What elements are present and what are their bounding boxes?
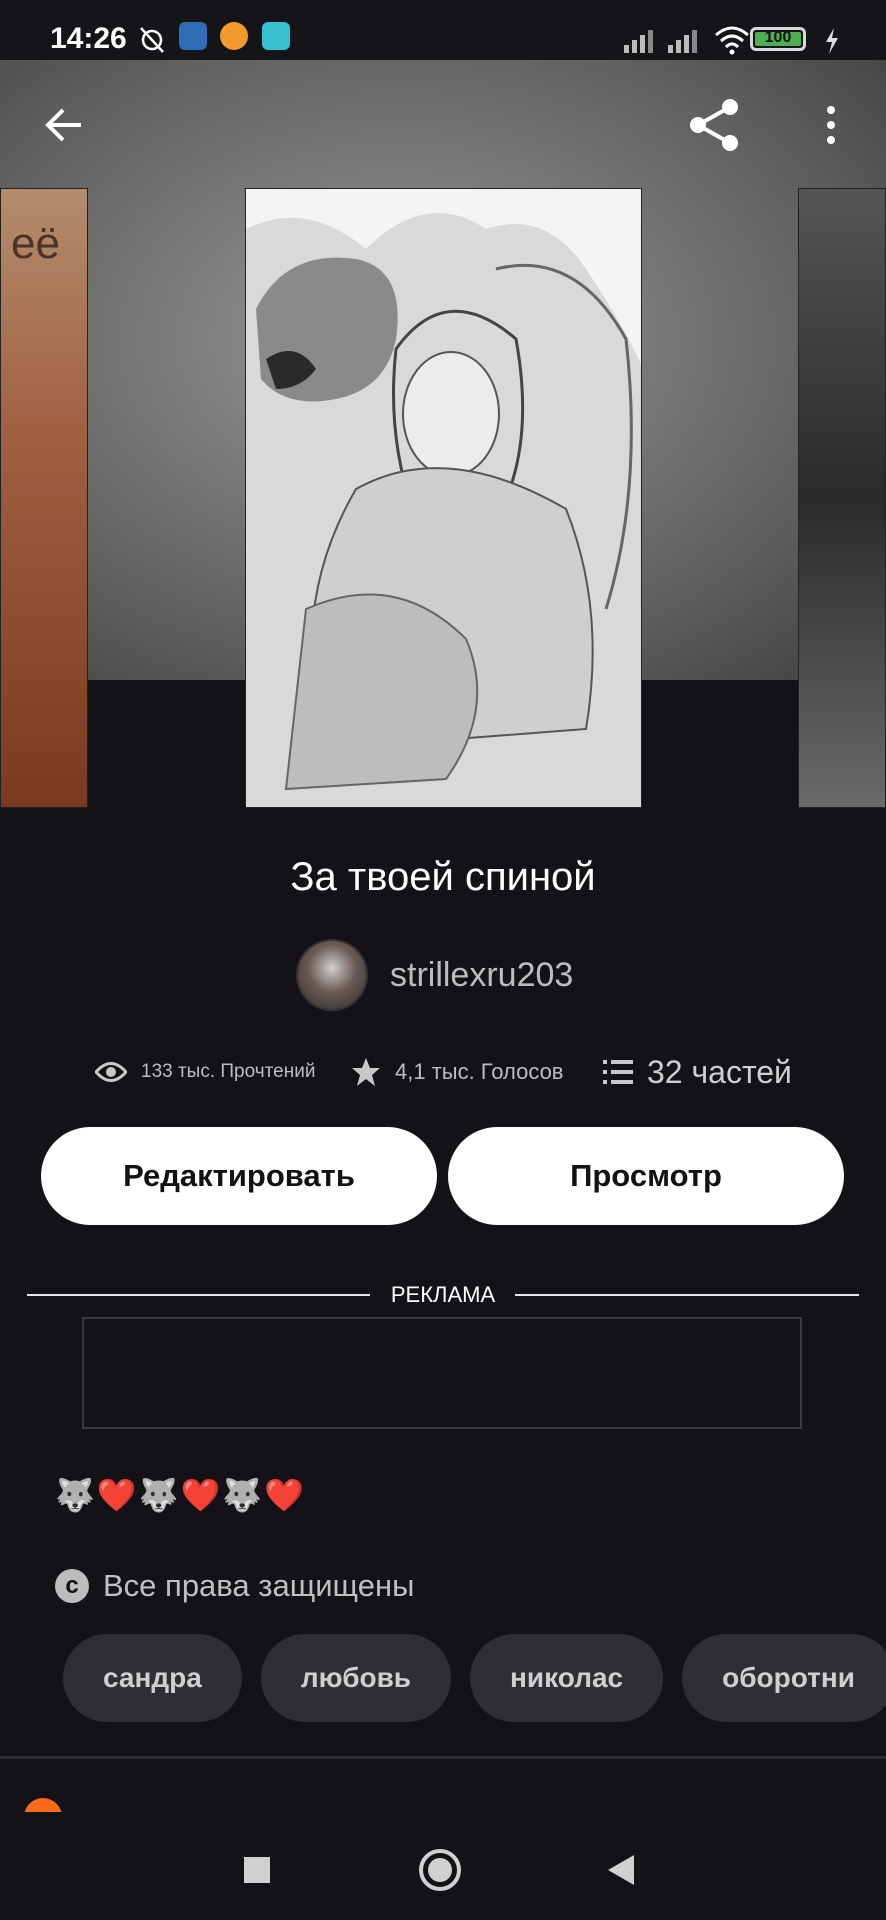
eye-icon bbox=[95, 1062, 127, 1082]
home-button[interactable] bbox=[410, 1840, 470, 1900]
book-cover[interactable] bbox=[245, 188, 642, 808]
list-icon bbox=[603, 1060, 633, 1084]
heart-emoji: ❤️ bbox=[180, 1477, 221, 1513]
avatar bbox=[296, 939, 368, 1011]
reads-count: 133 тыс. Прочтений bbox=[141, 1061, 316, 1082]
stat-parts[interactable]: 32 частей bbox=[603, 1050, 792, 1094]
previous-book-cover[interactable]: её bbox=[0, 188, 88, 808]
tag-chip[interactable]: любовь bbox=[260, 1634, 452, 1722]
tag-list: сандра любовь николас оборотни bbox=[63, 1634, 886, 1722]
recents-button[interactable] bbox=[227, 1840, 287, 1900]
copyright-icon: c bbox=[55, 1569, 89, 1603]
wolf-emoji: 🐺 bbox=[55, 1477, 95, 1513]
edit-button[interactable]: Редактировать bbox=[41, 1127, 437, 1225]
status-bar: 14:26 100 bbox=[0, 0, 886, 60]
book-stats: 133 тыс. Прочтений 4,1 тыс. Голосов 32 ч… bbox=[0, 1050, 886, 1094]
cover-illustration bbox=[246, 189, 641, 807]
back-triangle-icon bbox=[608, 1855, 634, 1885]
star-icon bbox=[352, 1058, 380, 1086]
stat-reads: 133 тыс. Прочтений bbox=[95, 1050, 315, 1094]
signal-icon bbox=[624, 30, 653, 53]
wolf-emoji: 🐺 bbox=[138, 1477, 179, 1513]
app-notification-icon bbox=[179, 22, 207, 50]
author-name: strillexru203 bbox=[390, 955, 574, 994]
parts-count: 32 частей bbox=[647, 1053, 792, 1090]
more-options-button[interactable] bbox=[801, 95, 861, 155]
back-arrow-icon bbox=[45, 108, 81, 142]
view-button[interactable]: Просмотр bbox=[448, 1127, 844, 1225]
muted-alarm-icon bbox=[140, 27, 164, 53]
status-time: 14:26 bbox=[50, 22, 127, 55]
author-link[interactable]: strillexru203 bbox=[296, 939, 574, 1011]
cover-left-text: её bbox=[11, 219, 60, 268]
share-icon bbox=[690, 99, 738, 151]
tag-chip[interactable]: николас bbox=[470, 1634, 664, 1722]
tag-chip[interactable]: оборотни bbox=[682, 1634, 886, 1722]
signal-icon-2 bbox=[668, 30, 697, 53]
ad-divider-right bbox=[515, 1294, 859, 1296]
section-divider bbox=[0, 1756, 886, 1759]
copyright-notice: c Все права защищены bbox=[55, 1568, 414, 1604]
back-button[interactable] bbox=[33, 95, 93, 155]
battery-level: 100 bbox=[764, 29, 792, 46]
battery-indicator: 100 bbox=[750, 27, 806, 51]
tag-chip[interactable]: сандра bbox=[63, 1634, 242, 1722]
ad-banner[interactable] bbox=[82, 1317, 802, 1429]
stat-votes: 4,1 тыс. Голосов bbox=[351, 1050, 564, 1094]
stop-square-icon bbox=[244, 1857, 270, 1883]
nav-back-button[interactable] bbox=[592, 1840, 652, 1900]
more-vert-icon bbox=[827, 106, 835, 144]
heart-emoji: ❤️ bbox=[96, 1477, 137, 1513]
description-emojis: 🐺 ❤️ 🐺 ❤️ 🐺 ❤️ bbox=[55, 1476, 304, 1514]
weather-notification-icon bbox=[220, 22, 248, 50]
share-button[interactable] bbox=[684, 95, 744, 155]
book-title: За твоей спиной bbox=[290, 855, 596, 899]
votes-count: 4,1 тыс. Голосов bbox=[395, 1059, 564, 1084]
charging-icon bbox=[826, 28, 838, 54]
copyright-text: Все права защищены bbox=[103, 1568, 415, 1603]
next-book-cover[interactable] bbox=[798, 188, 886, 808]
wolf-emoji: 🐺 bbox=[222, 1477, 263, 1513]
app-notification-icon-2 bbox=[262, 22, 290, 50]
heart-emoji: ❤️ bbox=[264, 1477, 305, 1513]
home-circle-icon bbox=[419, 1849, 461, 1891]
wifi-icon bbox=[715, 26, 749, 55]
